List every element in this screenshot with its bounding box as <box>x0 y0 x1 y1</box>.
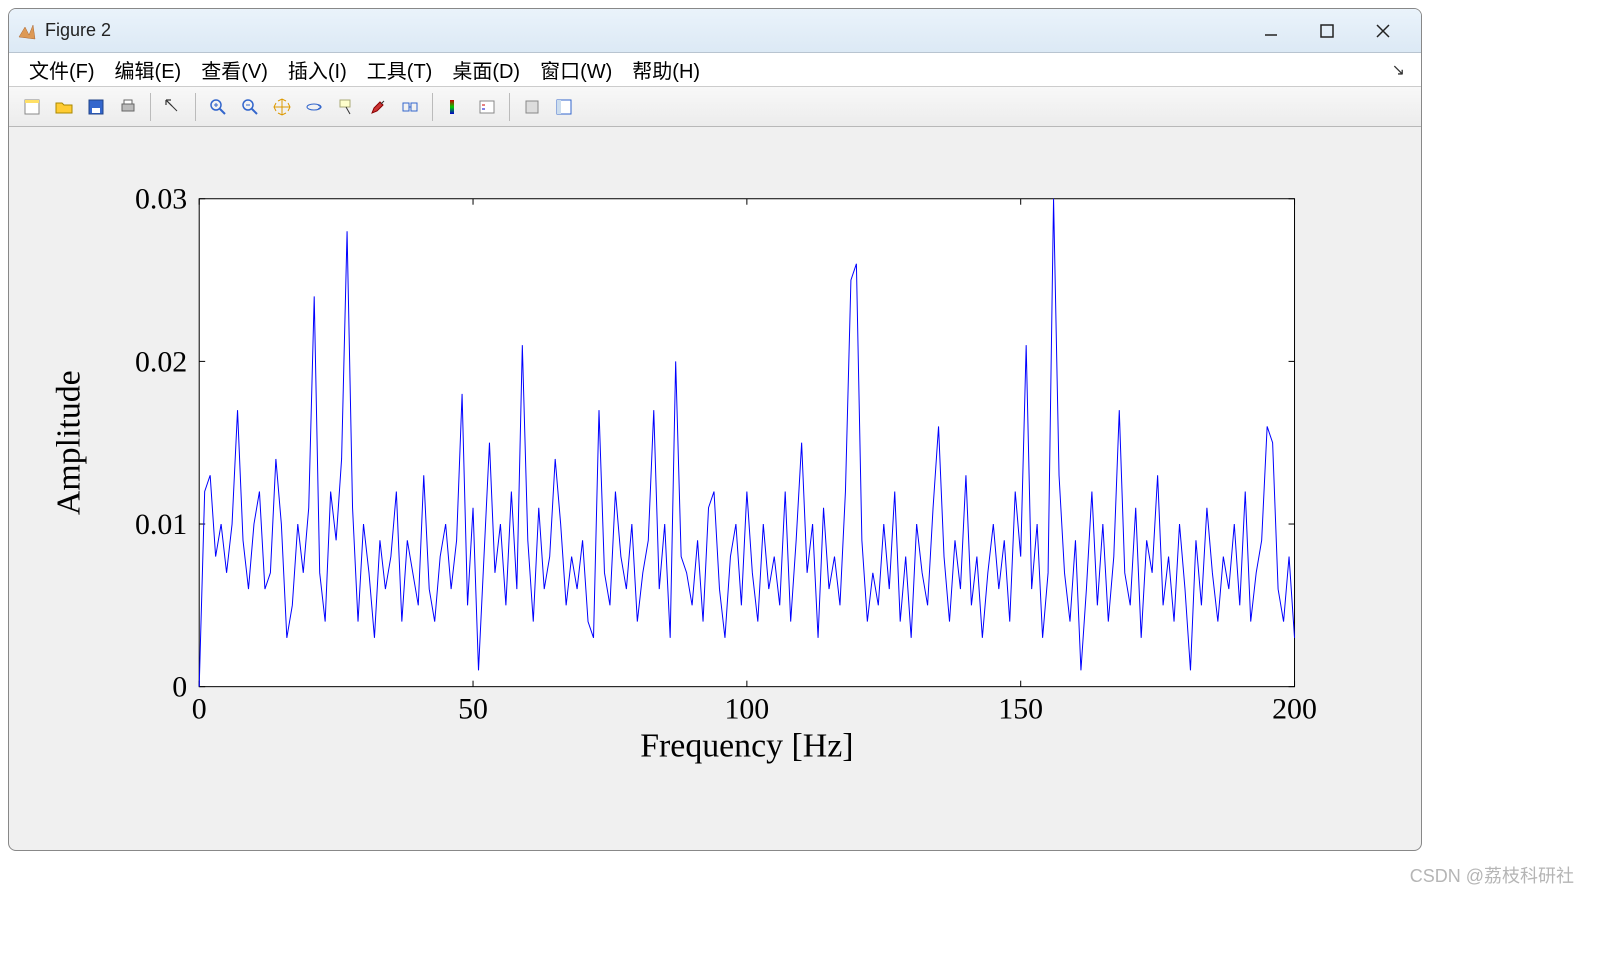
window-title: Figure 2 <box>45 20 1257 41</box>
zoom-out-icon[interactable] <box>235 92 265 122</box>
menu-tools[interactable]: 工具(T) <box>357 53 443 86</box>
new-figure-icon[interactable] <box>17 92 47 122</box>
show-plot-tools-icon[interactable] <box>549 92 579 122</box>
menu-edit[interactable]: 编辑(E) <box>105 53 192 86</box>
toolbar <box>9 87 1421 127</box>
titlebar[interactable]: Figure 2 <box>9 9 1421 53</box>
menu-file[interactable]: 文件(F) <box>19 53 105 86</box>
matlab-icon <box>17 21 37 41</box>
menu-view[interactable]: 查看(V) <box>191 53 278 86</box>
dock-arrow-icon[interactable]: ↘ <box>1392 60 1411 80</box>
hide-plot-tools-icon[interactable] <box>517 92 547 122</box>
rotate-3d-icon[interactable] <box>299 92 329 122</box>
maximize-button[interactable] <box>1313 17 1341 45</box>
svg-text:Amplitude: Amplitude <box>51 370 88 515</box>
plot-area[interactable]: 0 50 100 150 200 0 0.01 0.02 0.03 Frequency [Hz] A… <box>17 139 1413 842</box>
svg-text:Frequency [Hz]: Frequency [Hz] <box>640 727 853 764</box>
svg-text:0.02: 0.02 <box>135 345 187 378</box>
chart-svg: 0 50 100 150 200 0 0.01 0.02 0.03 Frequency [Hz] A… <box>17 139 1413 842</box>
print-icon[interactable] <box>113 92 143 122</box>
svg-text:0.01: 0.01 <box>135 508 187 541</box>
save-icon[interactable] <box>81 92 111 122</box>
open-icon[interactable] <box>49 92 79 122</box>
figure-window: Figure 2 文件(F) 编辑(E) 查看(V) 插入(I) 工具(T) 桌… <box>8 8 1422 851</box>
zoom-in-icon[interactable] <box>203 92 233 122</box>
link-data-icon[interactable] <box>395 92 425 122</box>
svg-text:0: 0 <box>192 693 207 726</box>
minimize-button[interactable] <box>1257 17 1285 45</box>
edit-plot-icon[interactable] <box>158 92 188 122</box>
svg-text:150: 150 <box>998 693 1043 726</box>
svg-text:200: 200 <box>1272 693 1317 726</box>
svg-text:50: 50 <box>458 693 488 726</box>
pan-icon[interactable] <box>267 92 297 122</box>
svg-text:100: 100 <box>724 693 769 726</box>
brush-icon[interactable] <box>363 92 393 122</box>
insert-colorbar-icon[interactable] <box>440 92 470 122</box>
menu-insert[interactable]: 插入(I) <box>278 53 357 86</box>
menu-desktop[interactable]: 桌面(D) <box>442 53 530 86</box>
close-button[interactable] <box>1369 17 1397 45</box>
svg-text:0.03: 0.03 <box>135 183 187 216</box>
insert-legend-icon[interactable] <box>472 92 502 122</box>
svg-text:0: 0 <box>172 671 187 704</box>
menu-window[interactable]: 窗口(W) <box>530 53 622 86</box>
watermark: CSDN @荔枝科研社 <box>1410 862 1574 888</box>
data-cursor-icon[interactable] <box>331 92 361 122</box>
menubar: 文件(F) 编辑(E) 查看(V) 插入(I) 工具(T) 桌面(D) 窗口(W… <box>9 53 1421 87</box>
menu-help[interactable]: 帮助(H) <box>622 53 710 86</box>
